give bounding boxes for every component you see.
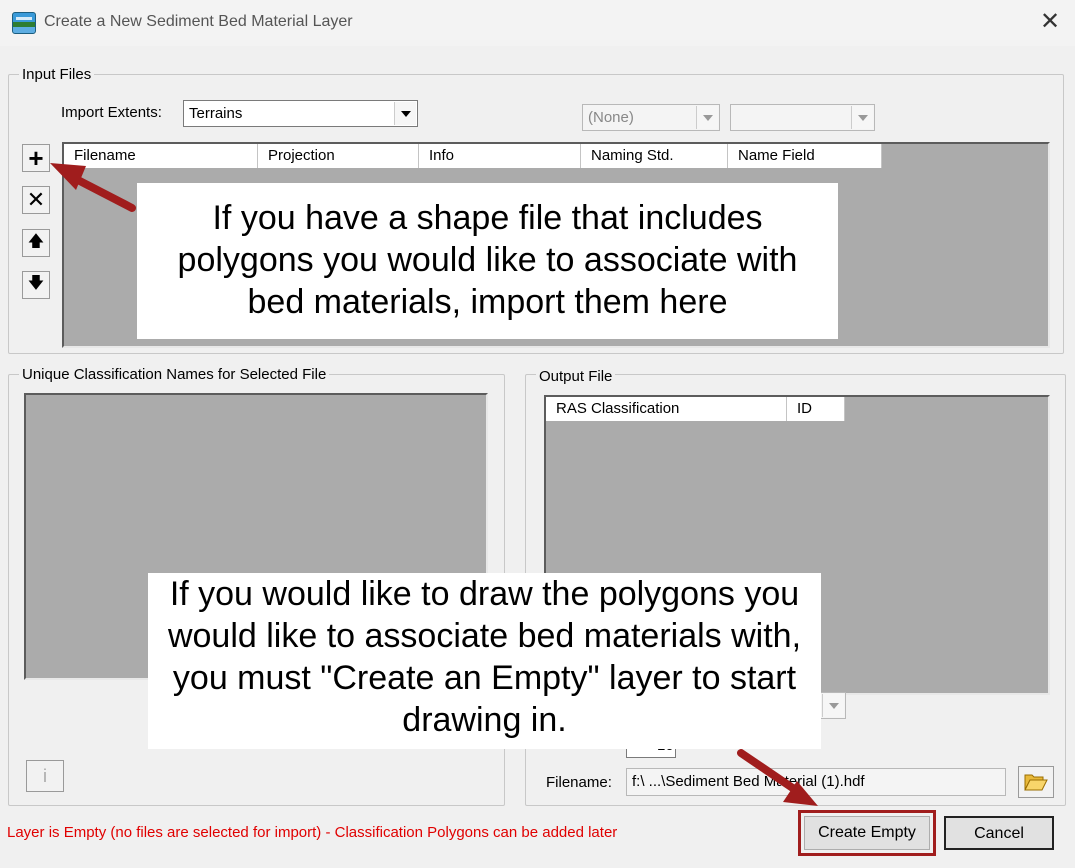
- annotation-arrows: [50, 163, 818, 806]
- arrow-icon: [50, 163, 136, 212]
- arrow-icon: [737, 749, 818, 806]
